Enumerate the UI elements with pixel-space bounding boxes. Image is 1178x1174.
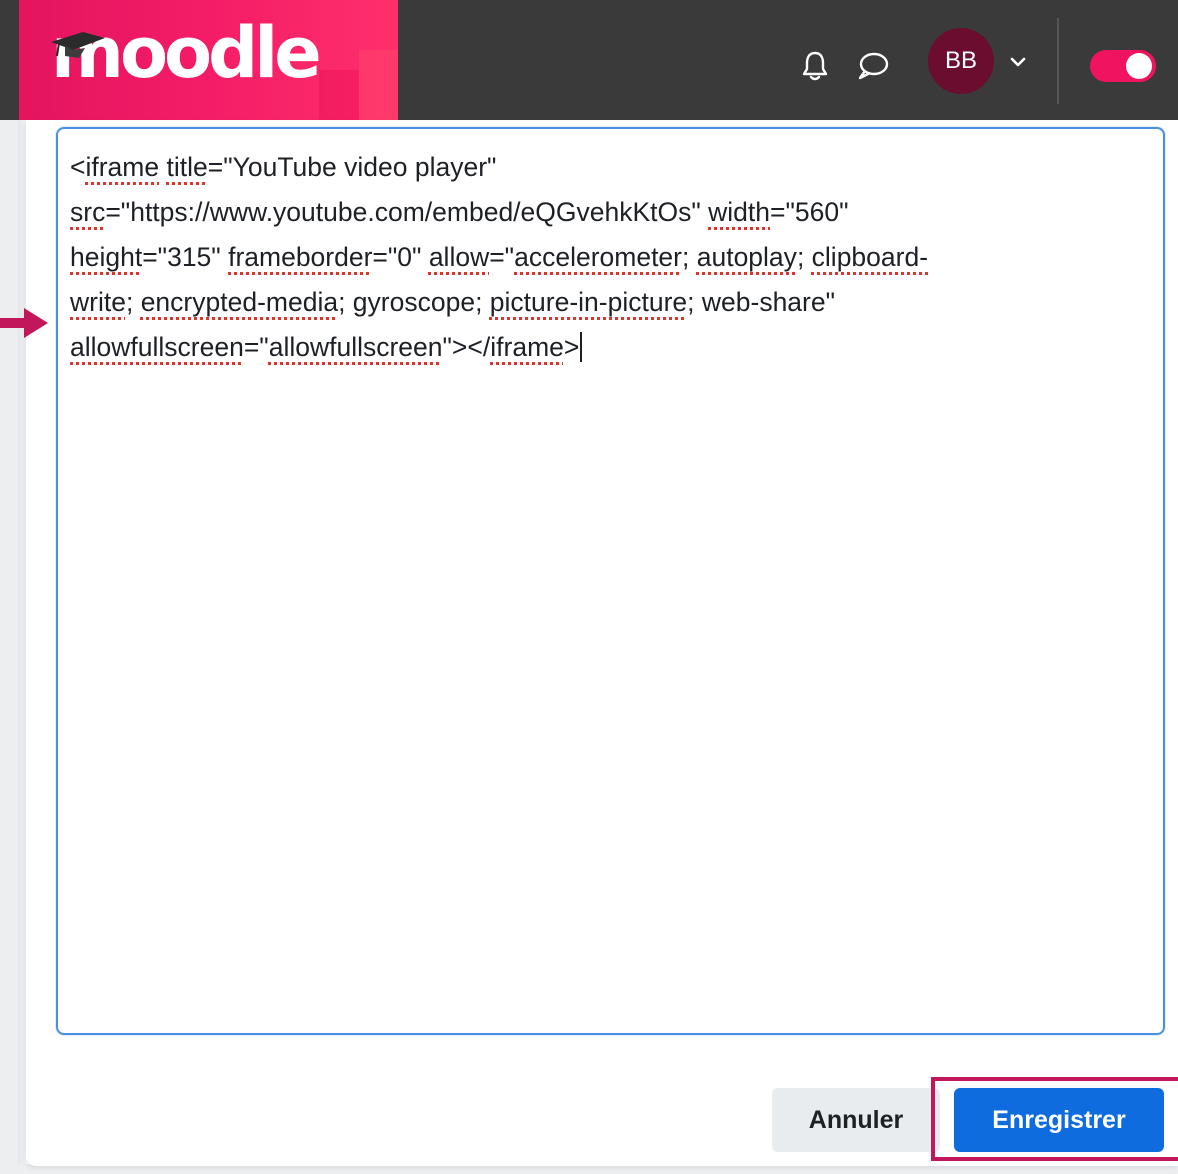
- spellcheck-word: height: [70, 242, 143, 272]
- bell-icon[interactable]: [797, 48, 833, 84]
- graduation-cap-icon: [51, 32, 105, 58]
- cancel-button[interactable]: Annuler: [772, 1088, 940, 1152]
- spellcheck-word: encrypted-media: [140, 287, 339, 317]
- text-segment: ="560": [770, 197, 849, 227]
- text-segment: ;: [796, 242, 812, 272]
- top-navbar: moodle BB: [0, 0, 1178, 120]
- spellcheck-word: allowfullscreen: [70, 332, 244, 362]
- textarea-line: write; encrypted-media; gyroscope; pictu…: [70, 280, 1150, 325]
- moodle-logo[interactable]: moodle: [19, 0, 398, 120]
- text-segment: ="315": [142, 242, 229, 272]
- text-segment: ; web-share": [687, 287, 836, 317]
- navbar-divider: [1057, 18, 1059, 104]
- text-segment: =": [243, 332, 269, 362]
- spellcheck-word: clipboard-: [811, 242, 929, 272]
- html-source-textarea[interactable]: <iframe title="YouTube video player" src=…: [56, 127, 1165, 1035]
- text-segment: ; gyroscope;: [338, 287, 490, 317]
- arrow-right-icon: [0, 308, 48, 338]
- spellcheck-word: width: [708, 197, 771, 227]
- text-segment: >: [563, 332, 580, 362]
- spellcheck-word: iframe: [85, 152, 160, 182]
- save-button[interactable]: Enregistrer: [954, 1088, 1164, 1152]
- textarea-line: <iframe title="YouTube video player": [70, 145, 1150, 190]
- spellcheck-word: autoplay: [696, 242, 797, 272]
- text-segment: =": [489, 242, 515, 272]
- spellcheck-word: allow: [428, 242, 490, 272]
- logo-background-shape: [359, 50, 398, 120]
- spellcheck-word: iframe: [490, 332, 564, 362]
- logo-background-shape: [319, 70, 359, 120]
- edit-mode-toggle[interactable]: [1090, 50, 1156, 82]
- textarea-line: src="https://www.youtube.com/embed/eQGve…: [70, 190, 1150, 235]
- page-background-left: [0, 120, 26, 1174]
- textarea-line: height="315" frameborder="0" allow="acce…: [70, 235, 1150, 280]
- toggle-knob: [1126, 53, 1152, 79]
- spellcheck-word: frameborder: [228, 242, 373, 272]
- user-avatar[interactable]: BB: [928, 28, 994, 94]
- spellcheck-word: title: [166, 152, 208, 182]
- spellcheck-word: picture-in-picture: [489, 287, 688, 317]
- text-segment: <: [70, 152, 86, 182]
- text-cursor: [580, 332, 583, 362]
- spellcheck-word: accelerometer: [514, 242, 682, 272]
- text-segment: ;: [125, 287, 141, 317]
- chat-bubble-icon[interactable]: [855, 48, 891, 84]
- spellcheck-word: src: [70, 197, 106, 227]
- text-segment: ="YouTube video player": [207, 152, 497, 182]
- spellcheck-word: allowfullscreen: [268, 332, 443, 362]
- textarea-line: allowfullscreen="allowfullscreen"></ifra…: [70, 325, 1150, 370]
- text-segment: [159, 152, 166, 182]
- text-segment: ;: [682, 242, 697, 272]
- text-segment: ="0": [372, 242, 429, 272]
- spellcheck-word: write: [70, 287, 126, 317]
- chevron-down-icon[interactable]: [1006, 50, 1030, 74]
- text-segment: "></: [442, 332, 491, 362]
- text-segment: ="https://www.youtube.com/embed/eQGvehkK…: [105, 197, 709, 227]
- textarea-content[interactable]: <iframe title="YouTube video player" src=…: [70, 145, 1150, 370]
